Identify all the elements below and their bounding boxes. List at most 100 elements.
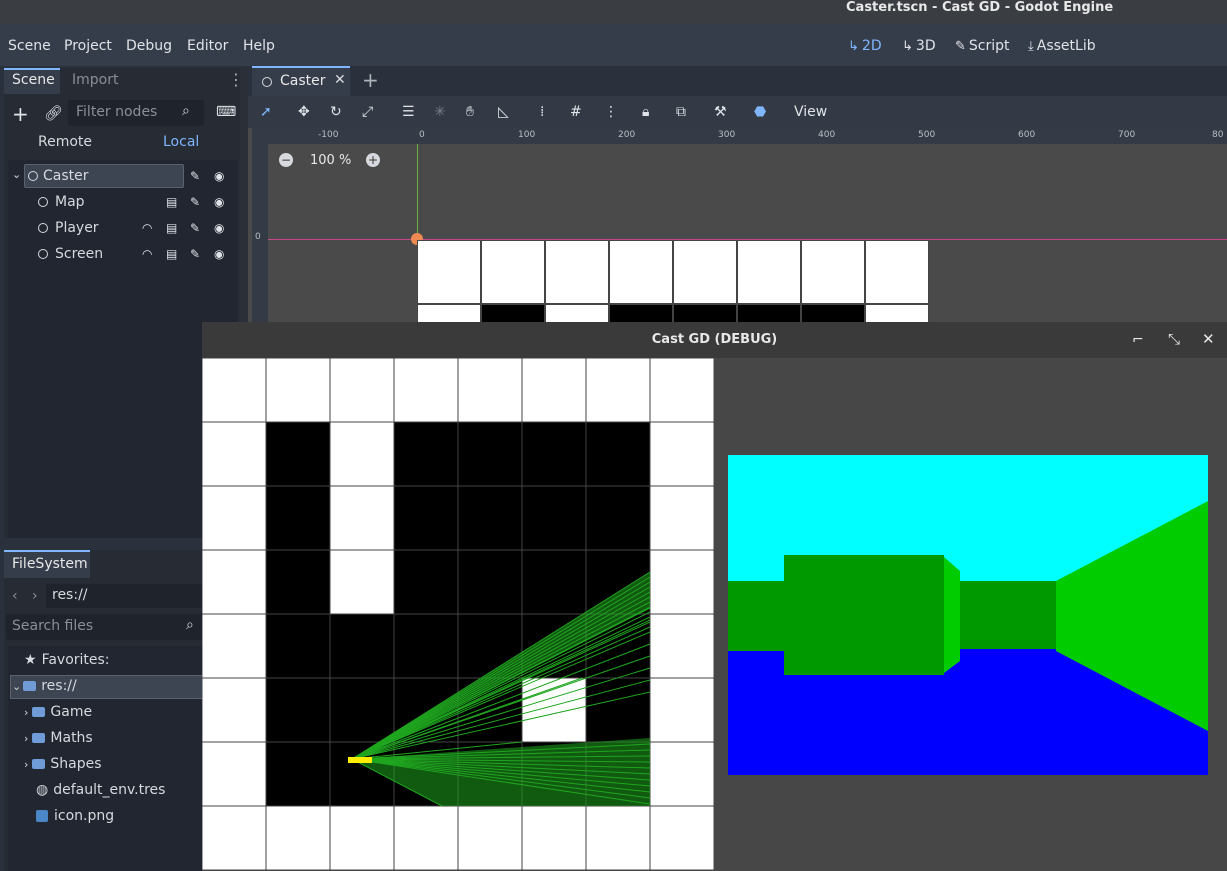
lock-icon[interactable]: 🔒︎ xyxy=(642,104,649,120)
fs-row-maths[interactable]: › Maths xyxy=(24,730,93,756)
eye-icon[interactable]: ◉ xyxy=(214,195,224,209)
editor-map-cell xyxy=(609,240,673,304)
node2d-icon xyxy=(38,223,48,233)
menu-project[interactable]: Project xyxy=(64,38,112,54)
zoom-level[interactable]: 100 % xyxy=(310,153,351,168)
eye-icon[interactable]: ◉ xyxy=(214,221,224,235)
smart-snap-icon[interactable]: ⁞ xyxy=(540,104,544,120)
maximize-icon[interactable]: ⤡ xyxy=(1168,330,1180,348)
grid-snap-icon[interactable]: # xyxy=(570,104,582,120)
script-icon[interactable]: ✎ xyxy=(190,221,200,235)
fs-row-game[interactable]: › Game xyxy=(24,704,92,730)
mode-script-label: Script xyxy=(968,38,1010,54)
list-select-icon[interactable]: ☰ xyxy=(402,104,415,120)
mode-3d-button[interactable]: ↳ 3D xyxy=(902,38,936,54)
zoom-in-icon[interactable]: + xyxy=(366,153,380,167)
globe-icon: ◍ xyxy=(36,782,49,798)
signal-icon[interactable]: ◠ xyxy=(142,221,152,235)
search-icon: ⌕ xyxy=(186,617,194,633)
map-cell xyxy=(265,358,331,423)
map-cell xyxy=(329,613,395,679)
download-icon: ⤓ xyxy=(1028,39,1034,54)
move-tool-icon[interactable]: ✥ xyxy=(298,104,310,120)
script-filter-icon[interactable]: ⌨ xyxy=(216,104,236,120)
chevron-right-icon[interactable]: › xyxy=(24,732,28,745)
fs-item-label: Maths xyxy=(50,730,93,746)
tree-row-player[interactable]: Player ◠ ▤ ✎ ◉ xyxy=(10,216,238,242)
ruler-tool-icon[interactable]: ◺ xyxy=(498,104,509,120)
tree-row-map[interactable]: Map ▤ ✎ ◉ xyxy=(10,190,238,216)
eye-icon[interactable]: ◉ xyxy=(214,247,224,261)
script-icon[interactable]: ✎ xyxy=(190,195,200,209)
tab-import[interactable]: Import xyxy=(72,72,118,88)
tree-row-screen[interactable]: Screen ◠ ▤ ✎ ◉ xyxy=(10,242,238,268)
map-cell xyxy=(202,358,267,423)
3d-icon: ↳ xyxy=(902,39,913,54)
dock-menu-icon[interactable]: ⋮ xyxy=(228,70,244,89)
camera-icon[interactable]: ⬣ xyxy=(754,104,766,120)
rotate-tool-icon[interactable]: ↻ xyxy=(330,104,342,120)
editor-map-cell xyxy=(673,304,737,322)
folder-icon xyxy=(32,759,46,769)
eye-icon[interactable]: ◉ xyxy=(214,169,224,183)
filter-nodes-input[interactable]: Filter nodes ⌕ xyxy=(68,100,204,126)
map-cell xyxy=(393,485,459,551)
mode-script-button[interactable]: ✎ Script xyxy=(955,38,1010,54)
map-cell xyxy=(202,741,267,807)
link-icon[interactable]: 🔗︎ xyxy=(44,104,63,122)
chevron-right-icon[interactable]: › xyxy=(24,758,28,771)
scale-tool-icon[interactable]: ⤢ xyxy=(362,104,373,120)
clapper-icon[interactable]: ▤ xyxy=(166,195,177,209)
group-icon[interactable]: ⧉ xyxy=(676,104,686,120)
tree-item-label: Screen xyxy=(55,246,104,262)
minimize-icon[interactable]: ⌐ xyxy=(1132,332,1144,348)
add-tab-icon[interactable]: + xyxy=(362,68,379,92)
path-field[interactable]: res:// xyxy=(46,584,206,608)
fs-row-icon-png[interactable]: icon.png xyxy=(36,808,114,834)
wall-mid xyxy=(944,557,960,673)
close-icon[interactable]: ✕ xyxy=(334,72,346,88)
signal-icon[interactable]: ◠ xyxy=(142,247,152,261)
fs-item-label: res:// xyxy=(41,678,77,694)
chevron-right-icon[interactable]: › xyxy=(24,706,28,719)
pan-tool-icon[interactable]: ✋︎ xyxy=(466,104,474,120)
menu-debug[interactable]: Debug xyxy=(126,38,172,54)
remote-tab[interactable]: Remote xyxy=(38,134,92,150)
forward-icon[interactable]: › xyxy=(32,588,38,604)
fs-row-shapes[interactable]: › Shapes xyxy=(24,756,102,782)
fs-row-default-env[interactable]: ◍ default_env.tres xyxy=(36,782,165,808)
local-tab[interactable]: Local xyxy=(163,134,199,150)
chevron-down-icon[interactable]: ⌄ xyxy=(12,168,21,181)
filter-nodes-placeholder: Filter nodes xyxy=(76,104,158,120)
map-cell xyxy=(521,549,587,615)
tree-row-caster[interactable]: ⌄ Caster ✎ ◉ xyxy=(10,164,238,190)
menu-help[interactable]: Help xyxy=(243,38,275,54)
pivot-icon[interactable]: ✳ xyxy=(434,104,446,120)
select-tool-icon[interactable]: ➚ xyxy=(260,104,272,120)
mode-assetlib-button[interactable]: ⤓ AssetLib xyxy=(1028,38,1096,54)
back-icon[interactable]: ‹ xyxy=(12,588,18,604)
clapper-icon[interactable]: ▤ xyxy=(166,247,177,261)
search-files-input[interactable]: Search files ⌕ xyxy=(6,614,206,640)
fs-row-root[interactable]: ⌄ res:// xyxy=(12,678,77,704)
script-icon[interactable]: ✎ xyxy=(190,247,200,261)
snap-options-icon[interactable]: ⋮ xyxy=(604,104,618,120)
script-icon[interactable]: ✎ xyxy=(190,169,200,183)
menu-scene[interactable]: Scene xyxy=(8,38,51,54)
window-title: Caster.tscn - Cast GD - Godot Engine xyxy=(846,0,1114,15)
add-node-icon[interactable]: + xyxy=(12,102,29,126)
mode-2d-button[interactable]: ↳ 2D xyxy=(848,38,882,54)
bone-icon[interactable]: ⚒ xyxy=(714,104,727,120)
wall-back xyxy=(960,581,1056,649)
view-menu[interactable]: View xyxy=(794,104,827,120)
map-cell xyxy=(457,358,523,423)
menu-editor[interactable]: Editor xyxy=(187,38,228,54)
node2d-icon xyxy=(38,249,48,259)
clapper-icon[interactable]: ▤ xyxy=(166,221,177,235)
map-cell xyxy=(649,677,714,743)
zoom-out-icon[interactable]: − xyxy=(279,153,293,167)
close-window-icon[interactable]: ✕ xyxy=(1202,330,1215,348)
chevron-down-icon[interactable]: ⌄ xyxy=(12,680,21,693)
tab-caster[interactable]: Caster ✕ xyxy=(252,66,350,96)
map-cell xyxy=(521,358,587,423)
